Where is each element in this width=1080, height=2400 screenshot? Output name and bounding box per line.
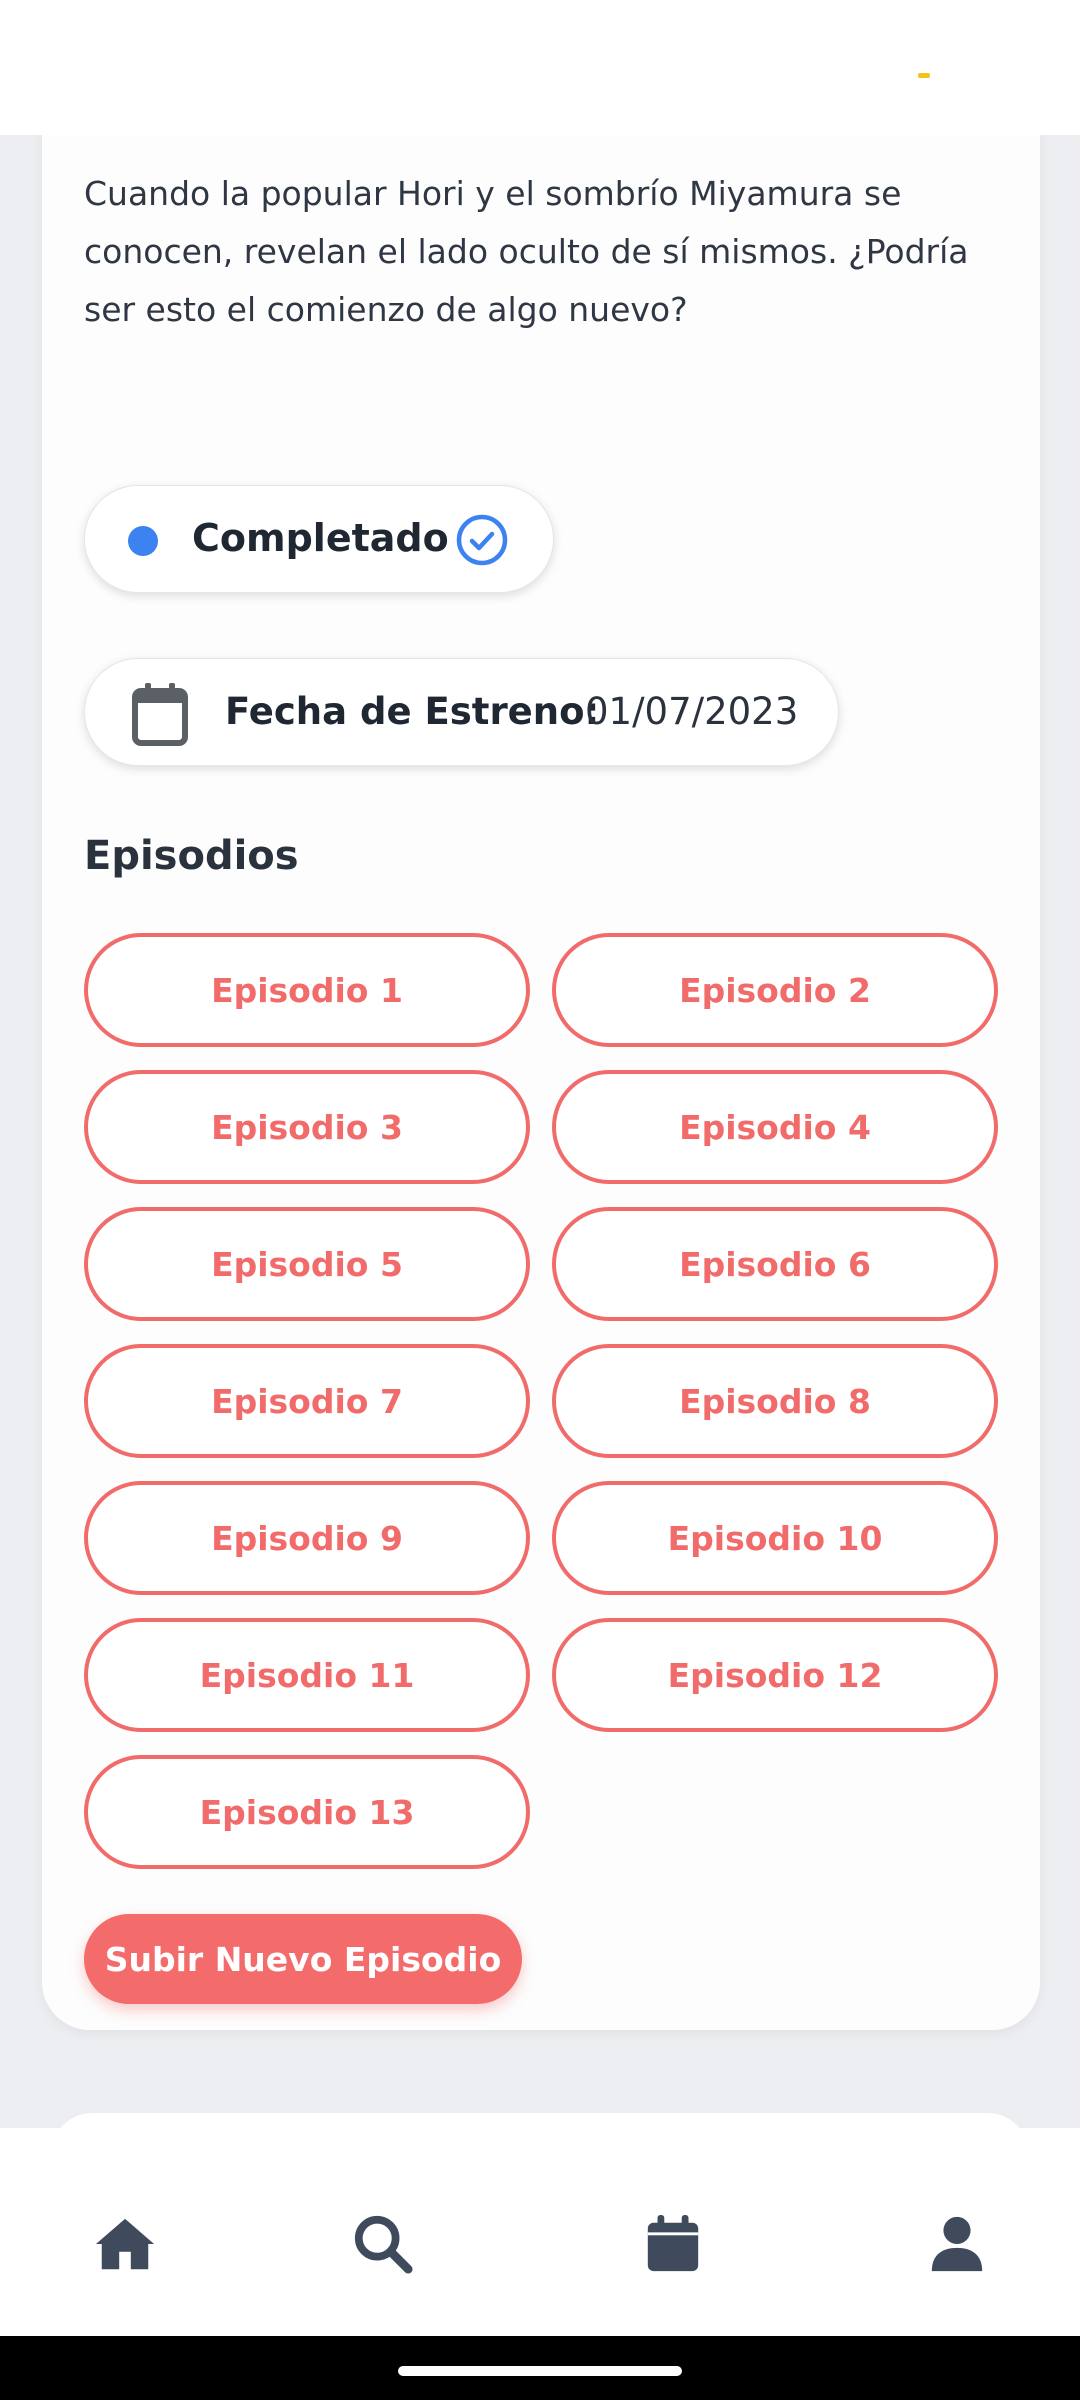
episode-button[interactable]: Episodio 3 <box>84 1070 530 1184</box>
anime-detail-card: Cuando la popular Hori y el sombrío Miya… <box>42 80 1040 2030</box>
release-date-pill: Fecha de Estreno: 01/07/2023 <box>84 658 839 766</box>
release-date-value: 01/07/2023 <box>585 690 799 733</box>
episodes-heading: Episodios <box>84 833 299 879</box>
episode-button[interactable]: Episodio 9 <box>84 1481 530 1595</box>
home-icon[interactable] <box>94 2213 156 2275</box>
episode-button[interactable]: Episodio 1 <box>84 933 530 1047</box>
episode-button[interactable]: Episodio 7 <box>84 1344 530 1458</box>
episode-button[interactable]: Episodio 13 <box>84 1755 530 1869</box>
episode-button[interactable]: Episodio 10 <box>552 1481 998 1595</box>
episode-button[interactable]: Episodio 6 <box>552 1207 998 1321</box>
episode-button[interactable]: Episodio 2 <box>552 933 998 1047</box>
upload-episode-button[interactable]: Subir Nuevo Episodio <box>84 1914 522 2004</box>
episode-button[interactable]: Episodio 11 <box>84 1618 530 1732</box>
status-dot <box>128 526 158 556</box>
calendar-outline-icon <box>132 683 188 746</box>
episode-button[interactable]: Episodio 12 <box>552 1618 998 1732</box>
bottom-navigation <box>0 2128 1080 2336</box>
episode-button[interactable]: Episodio 5 <box>84 1207 530 1321</box>
system-navigation-bar <box>0 2336 1080 2400</box>
user-icon[interactable] <box>926 2213 988 2275</box>
search-icon[interactable] <box>352 2213 414 2275</box>
status-pill: Completado <box>84 485 554 593</box>
episode-button[interactable]: Episodio 8 <box>552 1344 998 1458</box>
top-accent-mark <box>918 73 930 78</box>
episode-button[interactable]: Episodio 4 <box>552 1070 998 1184</box>
synopsis-text: Cuando la popular Hori y el sombrío Miya… <box>84 174 969 329</box>
calendar-icon[interactable] <box>642 2213 704 2275</box>
check-circle-icon <box>456 514 508 566</box>
home-indicator[interactable] <box>398 2366 682 2376</box>
status-label: Completado <box>192 516 449 560</box>
top-app-bar <box>0 0 1080 135</box>
release-date-label: Fecha de Estreno: <box>225 690 600 733</box>
